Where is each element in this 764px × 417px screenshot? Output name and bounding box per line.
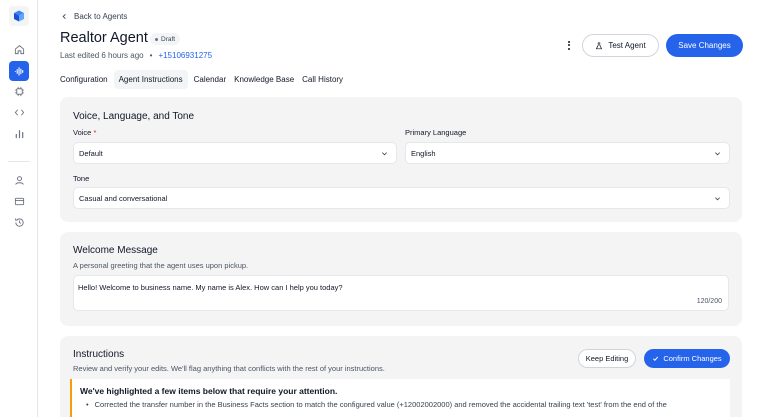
welcome-section-subtitle: A personal greeting that the agent uses … <box>73 261 249 270</box>
alert-list-item: • Corrected the transfer number in the B… <box>86 400 667 409</box>
back-link[interactable]: Back to Agents <box>61 12 127 21</box>
primary-language-label: Primary Language <box>405 128 467 137</box>
instructions-section-subtitle: Review and verify your edits. We'll flag… <box>73 364 385 373</box>
instructions-card: Instructions Review and verify your edit… <box>60 336 742 417</box>
chevron-down-icon <box>715 196 720 200</box>
tab-calendar[interactable]: Calendar <box>190 70 230 89</box>
last-edited: Last edited 6 hours ago <box>60 51 144 60</box>
status-badge: Draft <box>150 33 181 45</box>
tone-select[interactable]: Casual and conversational <box>73 187 730 209</box>
audio-waveform-icon[interactable] <box>9 61 29 81</box>
more-options-icon[interactable] <box>564 38 574 52</box>
primary-language-select[interactable]: English <box>405 142 730 164</box>
required-mark: * <box>93 128 97 137</box>
test-agent-button[interactable]: Test Agent <box>582 34 659 57</box>
tab-knowledge-base[interactable]: Knowledge Base <box>230 70 298 89</box>
tab-bar: Configuration Agent Instructions Calenda… <box>60 69 347 89</box>
language-select-value: English <box>411 148 436 158</box>
welcome-message-card: Welcome Message A personal greeting that… <box>60 232 742 326</box>
tab-configuration[interactable]: Configuration <box>60 70 112 89</box>
chevron-down-icon <box>382 151 387 155</box>
flask-icon <box>596 41 603 49</box>
voice-select[interactable]: Default <box>73 142 397 164</box>
welcome-message-text: Hello! Welcome to business name. My name… <box>78 283 343 292</box>
welcome-section-title: Welcome Message <box>73 245 158 256</box>
code-icon[interactable] <box>9 102 29 122</box>
chevron-down-icon <box>715 151 720 155</box>
chevron-left-icon <box>62 14 66 19</box>
sidebar <box>0 0 38 417</box>
home-icon[interactable] <box>9 39 29 59</box>
keep-editing-button[interactable]: Keep Editing <box>578 349 636 368</box>
tab-agent-instructions[interactable]: Agent Instructions <box>113 69 188 89</box>
confirm-changes-label: Confirm Changes <box>663 354 722 363</box>
tone-select-value: Casual and conversational <box>79 193 168 203</box>
voice-label: Voice * <box>73 128 96 137</box>
voice-section-title: Voice, Language, and Tone <box>73 111 195 122</box>
voice-language-tone-card: Voice, Language, and Tone Voice * Defaul… <box>60 97 742 222</box>
attention-alert: We've highlighted a few items below that… <box>70 379 730 417</box>
bar-chart-icon[interactable] <box>9 123 29 143</box>
status-dot-icon <box>155 37 158 41</box>
credit-card-icon[interactable] <box>9 191 29 211</box>
cube-logo-icon[interactable] <box>9 6 29 26</box>
agent-phone-number[interactable]: +15106931275 <box>158 51 212 60</box>
history-icon[interactable] <box>9 212 29 232</box>
welcome-message-textarea[interactable]: Hello! Welcome to business name. My name… <box>73 275 729 311</box>
meta-separator: • <box>149 51 153 60</box>
agent-meta: Last edited 6 hours ago • +15106931275 <box>60 51 212 60</box>
alert-bullet: • <box>86 400 89 409</box>
save-changes-button[interactable]: Save Changes <box>666 34 743 57</box>
test-agent-label: Test Agent <box>608 41 646 50</box>
confirm-changes-button[interactable]: Confirm Changes <box>644 349 730 368</box>
voice-label-text: Voice <box>73 128 92 137</box>
cpu-chip-icon[interactable] <box>9 81 29 101</box>
check-icon <box>653 356 659 361</box>
page-title: Realtor Agent <box>60 30 148 46</box>
user-icon[interactable] <box>9 170 29 190</box>
back-label: Back to Agents <box>74 12 128 21</box>
character-counter: 120/200 <box>696 298 722 305</box>
instructions-section-title: Instructions <box>73 349 125 360</box>
alert-title: We've highlighted a few items below that… <box>80 386 338 396</box>
tone-label: Tone <box>73 174 90 183</box>
tab-call-history[interactable]: Call History <box>298 70 347 89</box>
status-badge-label: Draft <box>161 35 176 43</box>
voice-select-value: Default <box>79 148 103 158</box>
alert-item-text: Corrected the transfer number in the Bus… <box>94 400 667 409</box>
sidebar-divider <box>8 161 30 162</box>
